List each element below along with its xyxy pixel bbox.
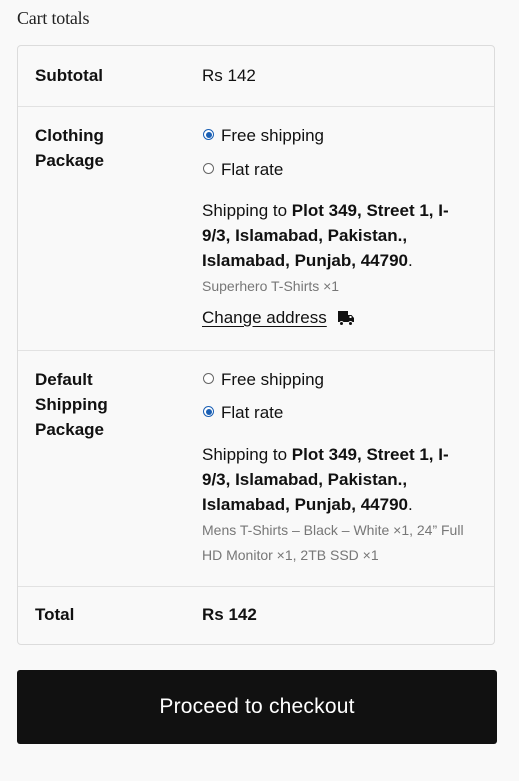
shipping-options: Free shipping Flat rate Shipping to Plot… [202,367,476,568]
shipping-option-label: Free shipping [221,370,325,389]
shipping-option-label: Flat rate [221,160,284,179]
package-label: Default Shipping Package [35,370,108,439]
truck-icon [337,310,354,326]
shipping-address-suffix: . [407,495,413,514]
shipping-package-row: Clothing Package Free shipping Flat rate… [18,106,494,351]
cart-totals-heading: Cart totals [17,8,90,28]
shipping-option-flat[interactable]: Flat rate [202,157,476,182]
change-address-label: Change address [202,308,327,327]
proceed-to-checkout-button[interactable]: Proceed to checkout [17,670,497,744]
radio-button[interactable] [203,129,214,140]
total-row: Total Rs 142 [18,586,494,644]
subtotal-value: Rs 142 [202,66,256,85]
package-items: Mens T-Shirts – Black – White ×1, 24” Fu… [202,522,464,563]
shipping-destination: Shipping to Plot 349, Street 1, I-9/3, I… [202,198,476,273]
shipping-option-label: Flat rate [221,403,284,422]
shipping-destination: Shipping to Plot 349, Street 1, I-9/3, I… [202,442,476,517]
package-label: Clothing Package [35,126,104,170]
subtotal-row: Subtotal Rs 142 [18,46,494,107]
shipping-prefix: Shipping to [202,201,292,220]
change-address-link[interactable]: Change address [202,305,476,330]
radio-button[interactable] [203,373,214,384]
total-value: Rs 142 [202,605,257,624]
shipping-option-flat[interactable]: Flat rate [202,400,476,425]
radio-button[interactable] [203,163,214,174]
shipping-option-free[interactable]: Free shipping [202,367,476,392]
radio-button[interactable] [203,406,214,417]
shipping-address-suffix: . [407,251,413,270]
package-items: Superhero T-Shirts ×1 [202,278,340,294]
total-label: Total [35,605,75,624]
shipping-option-label: Free shipping [221,126,325,145]
shipping-prefix: Shipping to [202,445,292,464]
shipping-package-row: Default Shipping Package Free shipping F… [18,350,494,587]
shipping-options: Free shipping Flat rate Shipping to Plot… [202,123,476,330]
cart-totals-table: Subtotal Rs 142 Clothing Package Free sh… [17,45,495,645]
shipping-option-free[interactable]: Free shipping [202,123,476,148]
subtotal-label: Subtotal [35,66,103,85]
